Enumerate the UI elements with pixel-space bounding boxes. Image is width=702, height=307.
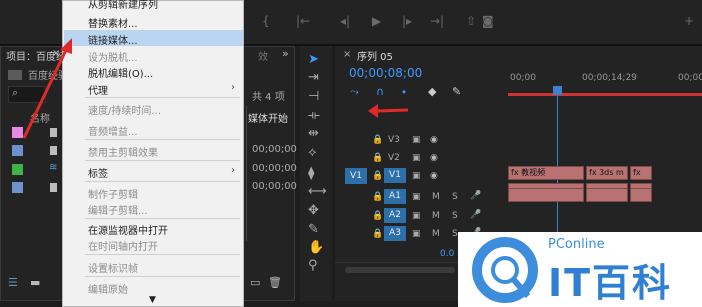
annotation-arrow-shaft [375, 108, 409, 113]
watermark-logo-icon [472, 237, 538, 303]
watermark-brand: PConline [548, 237, 605, 252]
annotation-arrow-head [60, 38, 72, 54]
annotation-arrow-head [368, 104, 378, 118]
annotation-arrow-shaft [22, 49, 68, 139]
watermark-title: IT百科 [548, 261, 673, 305]
